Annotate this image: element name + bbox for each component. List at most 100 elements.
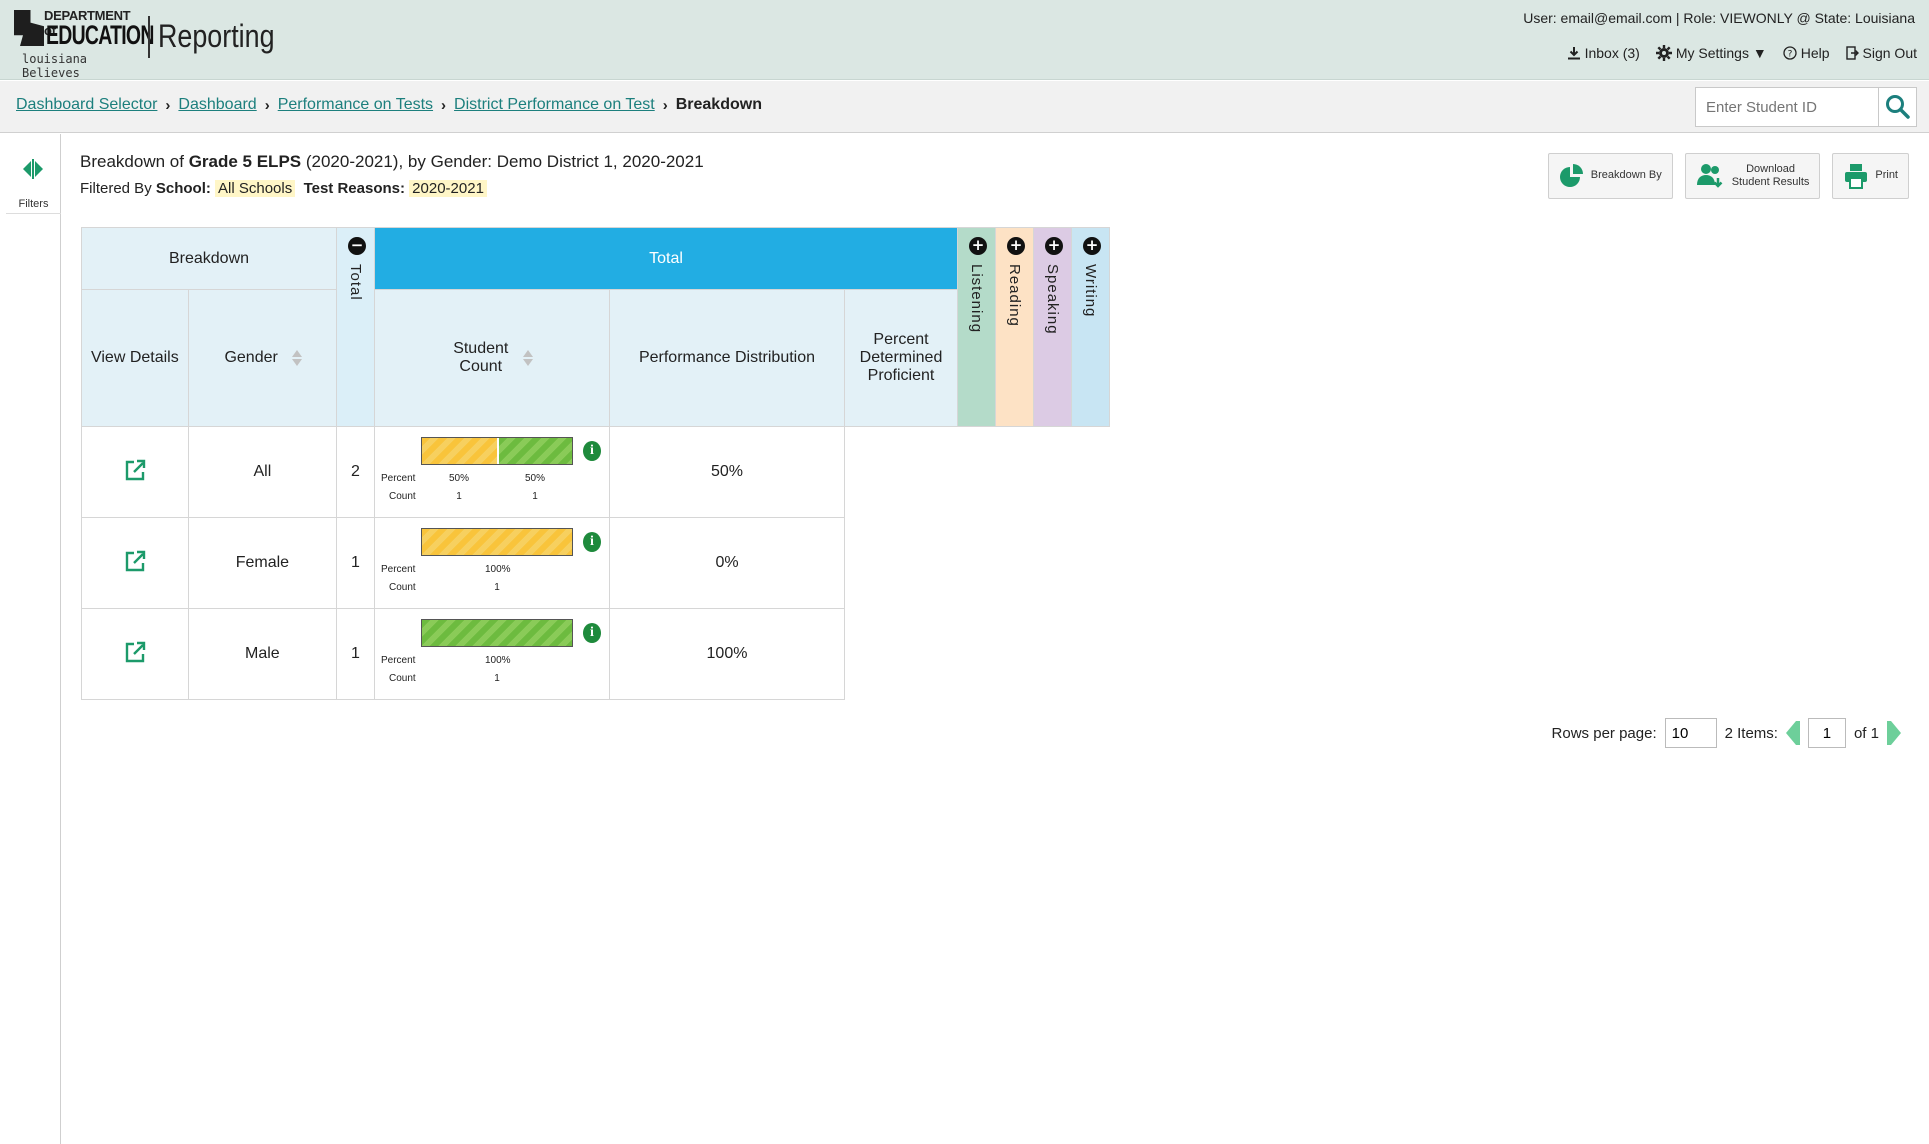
print-label: Print <box>1875 169 1898 182</box>
percent-row-label: Percent <box>381 564 416 575</box>
expand-listening-button[interactable]: + <box>969 237 987 255</box>
current-page-input[interactable] <box>1807 718 1846 748</box>
total-header: Total <box>374 227 958 290</box>
listening-label: Listening <box>968 264 985 334</box>
not-proficient-segment[interactable] <box>422 529 572 555</box>
total-column-label: Total <box>347 264 364 301</box>
report-title: Breakdown of Grade 5 ELPS (2020-2021), b… <box>80 152 704 172</box>
top-nav: Inbox (3) My Settings ▼ ? Help Sign Out <box>1567 45 1917 61</box>
distribution-chart: i Percent Count 100% 1 <box>375 518 609 608</box>
expand-reading-button[interactable]: + <box>1007 237 1025 255</box>
count-row-label: Count <box>389 491 416 502</box>
breadcrumb: Dashboard Selector › Dashboard › Perform… <box>16 96 762 114</box>
items-count: 2 Items: <box>1725 725 1778 742</box>
external-link-icon <box>125 550 146 571</box>
proficient-segment[interactable] <box>422 620 572 646</box>
breakdown-by-label: Breakdown By <box>1590 169 1662 182</box>
my-settings-menu[interactable]: My Settings ▼ <box>1655 45 1767 61</box>
chevron-right-icon: › <box>165 96 171 114</box>
expand-writing-button[interactable]: + <box>1083 237 1101 255</box>
title-prefix: Breakdown of <box>80 152 189 171</box>
segment-percent-label: 50% <box>524 473 545 484</box>
table-row: Female 1 i Percent Count 100% 1 0% <box>81 517 1110 609</box>
sign-out-label: Sign Out <box>1862 45 1917 61</box>
next-last-page-button[interactable] <box>1887 721 1901 745</box>
proficient-header-line3: Proficient <box>867 367 935 384</box>
print-button[interactable]: Print <box>1832 153 1909 199</box>
percent-proficient-cell: 50% <box>609 426 845 518</box>
download-student-results-button[interactable]: Download Student Results <box>1684 153 1821 199</box>
help-circle-icon: ? <box>1783 46 1797 60</box>
breadcrumb-performance-on-tests[interactable]: Performance on Tests <box>278 96 433 114</box>
doe-logo[interactable]: DEPARTMENT of EDUCATION louisiana Believ… <box>14 8 154 80</box>
search-button[interactable] <box>1878 88 1916 126</box>
test-reasons-value: 2020-2021 <box>409 180 487 197</box>
logo-divider <box>148 16 150 58</box>
view-details-link[interactable] <box>124 458 146 487</box>
student-count-cell: 1 <box>336 517 375 609</box>
segment-percent-label: 100% <box>485 655 511 666</box>
performance-distribution-header: Performance Distribution <box>609 289 845 427</box>
count-row-label: Count <box>389 673 416 684</box>
student-count-header-line1: Student <box>453 340 509 357</box>
distribution-bar <box>421 528 573 556</box>
gender-cell: All <box>187 426 338 518</box>
help-label: Help <box>1800 45 1830 61</box>
distribution-chart: i Percent Count 50% 1 50% 1 <box>375 427 609 517</box>
percent-proficient-header: Percent Determined Proficient <box>844 289 958 427</box>
top-header: DEPARTMENT of EDUCATION louisiana Believ… <box>0 0 1929 80</box>
users-download-icon <box>1696 164 1723 188</box>
school-label: School: <box>155 180 211 197</box>
distribution-bar <box>421 619 573 647</box>
segment-count-label: 1 <box>456 491 462 502</box>
chevron-right-icon: › <box>441 96 447 114</box>
percent-proficient-cell: 0% <box>609 517 845 609</box>
filters-toggle[interactable]: Filters <box>6 144 61 214</box>
breadcrumb-dashboard[interactable]: Dashboard <box>178 96 256 114</box>
distribution-bar <box>421 437 573 465</box>
view-details-link[interactable] <box>124 549 146 578</box>
expand-collapse-arrows-icon <box>23 159 43 179</box>
gear-icon <box>1655 45 1672 61</box>
view-details-cell <box>81 608 189 700</box>
help-link[interactable]: ? Help <box>1783 45 1830 61</box>
gender-header[interactable]: Gender <box>187 289 338 427</box>
first-prev-page-button[interactable] <box>1785 721 1800 745</box>
view-details-link[interactable] <box>124 640 146 669</box>
segment-count-label: 1 <box>494 673 500 684</box>
sign-out-link[interactable]: Sign Out <box>1845 45 1917 61</box>
proficient-segment[interactable] <box>497 438 572 464</box>
louisiana-state-icon <box>14 10 44 46</box>
rows-per-page-input[interactable] <box>1664 718 1717 748</box>
chevron-right-icon: › <box>264 96 270 114</box>
info-icon[interactable]: i <box>583 532 601 552</box>
student-count-header-text: Student Count <box>453 340 508 376</box>
percent-row-label: Percent <box>381 473 416 484</box>
filters-sidebar: Filters <box>6 134 61 1144</box>
info-icon[interactable]: i <box>583 441 601 461</box>
inbox-link[interactable]: Inbox (3) <box>1567 45 1640 61</box>
breakdown-table: Breakdown − Total Total + Listening + Re… <box>81 227 1110 700</box>
download-label-line2: Student Results <box>1731 176 1810 188</box>
sign-out-icon <box>1845 46 1859 60</box>
collapse-total-button[interactable]: − <box>348 237 366 255</box>
external-link-icon <box>125 459 146 480</box>
school-value: All Schools <box>215 180 296 197</box>
filter-prefix: Filtered By <box>80 180 156 197</box>
not-proficient-segment[interactable] <box>422 438 497 464</box>
table-header-row-1: Breakdown − Total Total + Listening + Re… <box>81 227 1110 427</box>
sort-icon <box>292 349 303 366</box>
info-icon[interactable]: i <box>583 623 601 643</box>
writing-column: + Writing <box>1071 227 1110 427</box>
breadcrumb-district-performance[interactable]: District Performance on Test <box>454 96 655 114</box>
breakdown-by-button[interactable]: Breakdown By <box>1547 153 1673 199</box>
breadcrumb-dashboard-selector[interactable]: Dashboard Selector <box>16 96 157 114</box>
chevron-right-icon: › <box>662 96 668 114</box>
breadcrumb-current: Breakdown <box>675 96 762 113</box>
gender-cell: Male <box>187 608 338 700</box>
student-count-header[interactable]: Student Count <box>374 289 610 427</box>
performance-distribution-cell: i Percent Count 100% 1 <box>374 517 610 609</box>
student-id-input[interactable] <box>1696 88 1878 126</box>
reading-label: Reading <box>1006 264 1023 327</box>
expand-speaking-button[interactable]: + <box>1045 237 1063 255</box>
